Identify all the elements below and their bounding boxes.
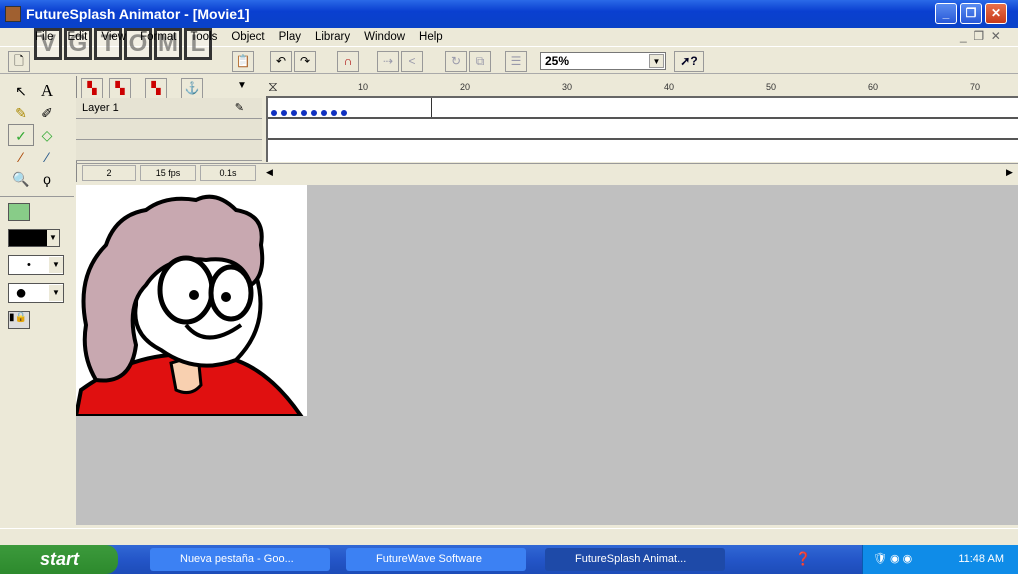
pencil-icon: ✎ — [234, 102, 244, 114]
keyframe-dot[interactable] — [301, 110, 307, 116]
task-futuresplash[interactable]: FutureSplash Animat... — [545, 548, 725, 571]
ruler-tick-label: 40 — [664, 82, 675, 92]
menu-format[interactable]: Format — [133, 31, 183, 43]
timeline-menu-icon[interactable]: ▼ — [237, 80, 247, 91]
chevron-down-icon: ▼ — [649, 54, 664, 68]
minimize-button[interactable]: _ — [935, 3, 957, 24]
menu-bar: File Edit View Format Tools Object Play … — [0, 28, 1018, 46]
menu-tools[interactable]: Tools — [184, 31, 225, 43]
keyframe-dot[interactable] — [281, 110, 287, 116]
rotate-icon[interactable]: ↻ — [445, 51, 467, 72]
scroll-left-icon[interactable]: ◀ — [266, 167, 273, 178]
close-button[interactable]: ✕ — [985, 3, 1007, 24]
scroll-right-icon[interactable]: ▶ — [1006, 167, 1013, 178]
text-tool-icon[interactable]: A — [34, 80, 60, 102]
task-chrome[interactable]: Nueva pestaña - Goo... — [150, 548, 330, 571]
pencil-tool-icon[interactable]: ✎ — [8, 102, 34, 124]
color-swatch[interactable]: ▼ — [8, 229, 60, 247]
no-fill-icon[interactable] — [8, 203, 30, 221]
zoom-select[interactable]: 25% ▼ — [540, 52, 666, 70]
menu-file[interactable]: File — [28, 31, 61, 43]
current-frame: 2 — [82, 165, 136, 181]
line-size-select[interactable]: • ▼ — [8, 255, 64, 275]
context-help-button[interactable]: ➚? — [674, 51, 704, 72]
keyframe-dot[interactable] — [341, 110, 347, 116]
layer-button-2-icon[interactable]: ▚ — [109, 78, 131, 99]
brush-shape-select[interactable]: ● ▼ — [8, 283, 64, 303]
frame-rate: 15 fps — [140, 165, 196, 181]
ruler-tick-label: 30 — [562, 82, 573, 92]
layer-button-1-icon[interactable]: ▚ — [81, 78, 103, 99]
restore-button[interactable]: ❐ — [960, 3, 982, 24]
anchor-icon[interactable]: ⚓ — [181, 78, 203, 99]
status-bar — [0, 528, 1018, 545]
ruler-tick-label: 50 — [766, 82, 777, 92]
app-icon — [5, 6, 21, 22]
redo-icon[interactable]: ↷ — [294, 51, 316, 72]
frame-grid[interactable] — [266, 98, 1018, 162]
taskbar: start Nueva pestaña - Goo... FutureWave … — [0, 545, 1018, 574]
clock: 11:48 AM — [958, 553, 1004, 565]
dropper-tool-icon[interactable]: ⁄ — [34, 146, 60, 168]
tool-panel: ↖ A ✎ ✐ ✓ ◇ ⁄ ⁄ 🔍 ϙ ▼ • ▼ ● ▼ ▮🔒 — [0, 76, 74, 526]
eraser-tool-icon[interactable]: ⁄ — [8, 146, 34, 168]
paste-icon[interactable]: 📋 — [232, 51, 254, 72]
ruler-tick-label: 60 — [868, 82, 879, 92]
ruler-tick-label: 20 — [460, 82, 471, 92]
toolbar: 🗋 📋 ↶ ↷ ∩ ⇢ < ↻ ⧉ ☰ ➚? — [0, 46, 1018, 74]
layer-row[interactable]: Layer 1 ✎ — [76, 98, 262, 119]
layer-list: Layer 1 ✎ — [76, 98, 262, 162]
ruler-tick-label: 70 — [970, 82, 981, 92]
menu-view[interactable]: View — [94, 31, 133, 43]
help-tray-icon[interactable]: ❓ — [795, 551, 811, 567]
brush-tool-icon[interactable]: ✐ — [34, 102, 60, 124]
keyframe-dot[interactable] — [311, 110, 317, 116]
menu-play[interactable]: Play — [272, 31, 308, 43]
undo-icon[interactable]: ↶ — [270, 51, 292, 72]
menu-library[interactable]: Library — [308, 31, 357, 43]
ink-bottle-icon[interactable]: ✓ — [8, 124, 34, 146]
cartoon-drawing — [73, 194, 305, 418]
keyframe-dot[interactable] — [271, 110, 277, 116]
lock-fill-icon[interactable]: ▮🔒 — [8, 311, 30, 329]
menu-edit[interactable]: Edit — [61, 31, 95, 43]
scale-icon[interactable]: ⧉ — [469, 51, 491, 72]
keyframe-dot[interactable] — [331, 110, 337, 116]
tray-icons[interactable]: 🛡 ◉ ◉ — [863, 545, 912, 574]
task-futurewave-folder[interactable]: FutureWave Software — [346, 548, 526, 571]
keyframe-dot[interactable] — [321, 110, 327, 116]
menu-window[interactable]: Window — [357, 31, 412, 43]
keyframe-dot[interactable] — [291, 110, 297, 116]
elapsed-time: 0.1s — [200, 165, 256, 181]
window-title: FutureSplash Animator - [Movie1] — [26, 6, 250, 22]
stage-canvas[interactable] — [73, 185, 307, 418]
menu-help[interactable]: Help — [412, 31, 450, 43]
align-icon[interactable]: ☰ — [505, 51, 527, 72]
ruler-tick-label: 10 — [358, 82, 369, 92]
layer-button-3-icon[interactable]: ▚ — [145, 78, 167, 99]
system-tray: 🛡 ◉ ◉ 11:48 AM — [862, 545, 1018, 574]
new-icon[interactable]: 🗋 — [8, 51, 30, 72]
timeline-status: 2 15 fps 0.1s ◀ ▶ — [76, 163, 1018, 182]
frame-ruler: ⧖ 10 20 30 40 50 60 70 — [266, 78, 1018, 98]
arrow-tool-icon[interactable]: ↖ — [8, 80, 34, 102]
doc-window-controls[interactable]: _ ❐ ✕ — [960, 29, 1001, 43]
start-button[interactable]: start — [0, 545, 118, 574]
paint-bucket-icon[interactable]: ◇ — [34, 124, 60, 146]
menu-object[interactable]: Object — [224, 31, 271, 43]
lasso-tool-icon[interactable]: ϙ — [34, 168, 60, 190]
straighten-icon[interactable]: < — [401, 51, 423, 72]
playhead-icon[interactable]: ⧖ — [268, 78, 278, 95]
zoom-tool-icon[interactable]: 🔍 — [8, 168, 34, 190]
smooth-icon[interactable]: ⇢ — [377, 51, 399, 72]
snap-magnet-icon[interactable]: ∩ — [337, 51, 359, 72]
title-bar: FutureSplash Animator - [Movie1] _ ❐ ✕ — [0, 0, 1018, 28]
